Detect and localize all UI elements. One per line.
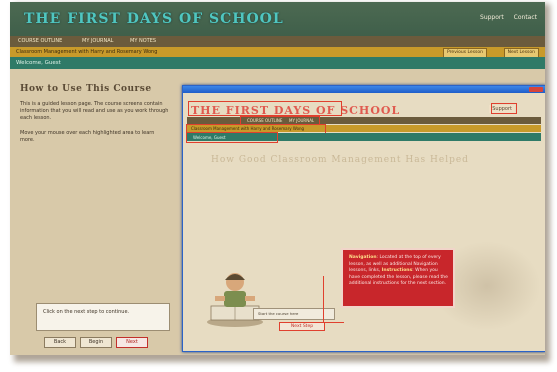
next-button[interactable]: Next [116, 337, 148, 348]
callout-text: Navigation: Located at the top of every … [349, 255, 448, 286]
left-paragraph-2: Move your mouse over each highlighted ar… [20, 130, 155, 143]
callout-title-navigation: Navigation [349, 255, 377, 260]
lesson-bar: Classroom Management with Harry and Rose… [10, 47, 545, 58]
window-ghost-heading: How Good Classroom Management Has Helped [211, 155, 469, 165]
welcome-text: Welcome, Guest [16, 60, 61, 66]
site-logo[interactable]: THE FIRST DAYS OF SCHOOL [24, 11, 284, 27]
main-nav: COURSE OUTLINE MY JOURNAL MY NOTES [10, 36, 545, 47]
nav-item-my-notes[interactable]: MY NOTES [130, 38, 156, 44]
lesson-title: Classroom Management with Harry and Rose… [16, 49, 158, 55]
screenshot-stage: THE FIRST DAYS OF SCHOOL Support Contact… [0, 0, 557, 372]
instruction-callout: Navigation: Located at the top of every … [341, 248, 455, 308]
left-paragraph-1: This is a guided lesson page. The course… [20, 101, 169, 121]
back-button[interactable]: Back [44, 337, 76, 348]
window-next-step-button[interactable]: Next Step [279, 322, 325, 331]
callout-title-instructions: Instructions [381, 268, 413, 273]
welcome-bar: Welcome, Guest [10, 57, 545, 69]
welcome-highlight [186, 132, 278, 143]
nav-item-course-outline[interactable]: COURSE OUTLINE [18, 38, 62, 44]
left-heading: How to Use This Course [20, 84, 152, 94]
nav-item-my-journal[interactable]: MY JOURNAL [82, 38, 113, 44]
window-titlebar[interactable] [183, 86, 545, 93]
site-header: THE FIRST DAYS OF SCHOOL Support Contact [10, 2, 545, 36]
window-mini-box-text: Start the course here [258, 311, 299, 316]
instruction-text: Click on the next step to continue. [43, 309, 130, 315]
preview-window: THE FIRST DAYS OF SCHOOL Support COURSE … [182, 85, 545, 352]
begin-button[interactable]: Begin [80, 337, 112, 348]
instruction-box: Click on the next step to continue. [36, 303, 170, 331]
logo-highlight [188, 101, 342, 116]
top-link-support[interactable]: Support [480, 14, 504, 21]
support-highlight [491, 103, 517, 114]
top-link-contact[interactable]: Contact [514, 14, 537, 21]
course-page: THE FIRST DAYS OF SCHOOL Support Contact… [10, 2, 545, 355]
top-links: Support Contact [472, 14, 537, 21]
window-close-button[interactable] [529, 87, 543, 92]
